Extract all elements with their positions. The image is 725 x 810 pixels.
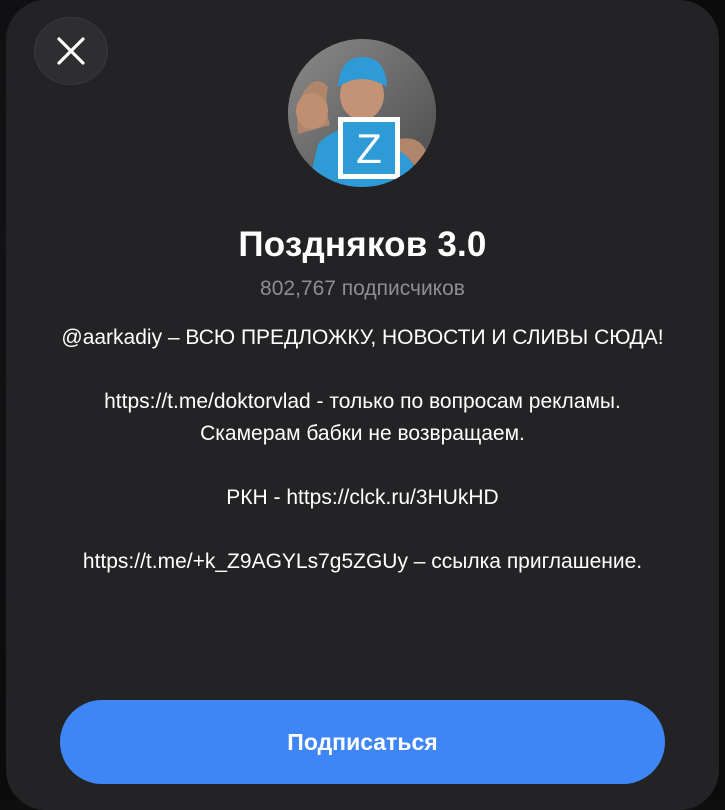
subscribe-button[interactable]: Подписаться bbox=[60, 700, 665, 784]
description-paragraph[interactable]: https://t.me/+k_Z9AGYLs7g5ZGUy – ссылка … bbox=[60, 546, 665, 578]
avatar-badge-letter: Z bbox=[356, 125, 382, 172]
description-paragraph[interactable]: РКН - https://clck.ru/3HUkHD bbox=[60, 482, 665, 514]
channel-avatar: Z bbox=[288, 39, 436, 187]
description-paragraph[interactable]: https://t.me/doktorvlad - только по вопр… bbox=[60, 386, 665, 450]
close-icon bbox=[56, 36, 86, 66]
close-button[interactable] bbox=[34, 17, 108, 85]
channel-title: Поздняков 3.0 bbox=[238, 225, 487, 264]
description-paragraph: @aarkadiy – ВСЮ ПРЕДЛОЖКУ, НОВОСТИ И СЛИ… bbox=[61, 326, 664, 349]
channel-description: @aarkadiy – ВСЮ ПРЕДЛОЖКУ, НОВОСТИ И СЛИ… bbox=[60, 322, 665, 578]
subscriber-count: 802,767 подписчиков bbox=[260, 277, 465, 300]
